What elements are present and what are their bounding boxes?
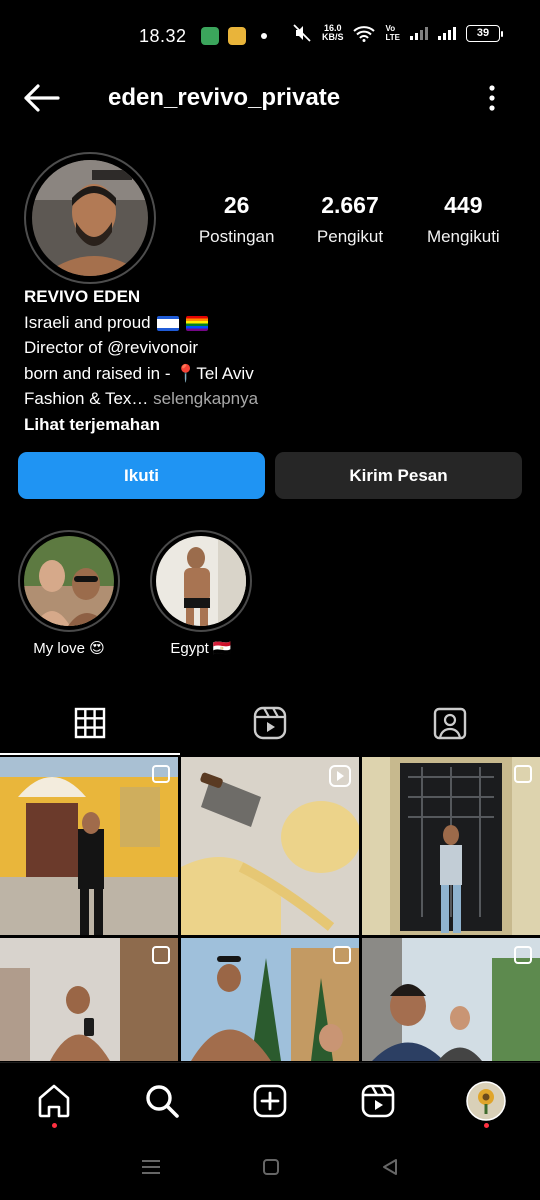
profile-stats: 26 Postingan 2.667 Pengikut 449 Mengikut…: [180, 192, 520, 247]
create-post-icon: [253, 1084, 287, 1117]
volte-badge: Vo LTE: [385, 24, 400, 42]
status-time: 18.32: [139, 26, 187, 46]
profile-username: eden_revivo_private: [108, 84, 341, 111]
highlight-cover: [24, 536, 114, 626]
tagged-icon: [433, 707, 467, 739]
multiple-photos-icon: [514, 765, 532, 783]
highlight-label: Egypt 🇪🇬: [170, 640, 232, 657]
back-button[interactable]: [22, 82, 62, 114]
more-options-button[interactable]: [480, 84, 504, 112]
avatar-photo: [32, 160, 148, 276]
post-thumbnail[interactable]: [362, 757, 540, 935]
post-thumbnail[interactable]: [181, 757, 359, 935]
multiple-photos-icon: [152, 946, 170, 964]
multiple-photos-icon: [152, 765, 170, 783]
nav-home[interactable]: [0, 1063, 108, 1138]
nav-search[interactable]: [108, 1063, 216, 1138]
post-thumbnail[interactable]: [0, 938, 178, 1061]
more-vertical-icon: [489, 85, 495, 111]
nav-reels[interactable]: [324, 1063, 432, 1138]
bio-line: Israeli and proud: [24, 310, 258, 336]
stat-followers[interactable]: 2.667 Pengikut: [293, 192, 406, 247]
back-triangle-icon: [383, 1158, 398, 1175]
home-circle-icon: [262, 1158, 279, 1175]
multiple-photos-icon: [333, 946, 351, 964]
bio-more-link[interactable]: selengkapnya: [148, 389, 258, 408]
signal-bars-icon: [438, 26, 456, 40]
status-icons: 16.0 KB/S Vo LTE 39: [292, 23, 503, 42]
location-pin-icon: 📍: [175, 363, 197, 383]
reels-icon: [253, 706, 287, 739]
post-thumbnail[interactable]: [181, 938, 359, 1061]
system-navigation-bar: [0, 1138, 540, 1200]
post-thumbnail[interactable]: [0, 757, 178, 935]
nav-profile[interactable]: [432, 1063, 540, 1138]
notification-dot: [51, 1123, 57, 1128]
stat-following[interactable]: 449 Mengikuti: [407, 192, 520, 247]
bottom-navigation: [0, 1062, 540, 1138]
signal-bars-icon: [410, 26, 428, 40]
stat-posts[interactable]: 26 Postingan: [180, 192, 293, 247]
grid-icon: [74, 707, 106, 738]
profile-avatar[interactable]: [24, 152, 156, 284]
profile-avatar-icon: [466, 1080, 506, 1121]
notification-app-icon: [228, 27, 246, 45]
recent-apps-button[interactable]: [140, 1158, 162, 1181]
notification-dot-icon: [261, 33, 267, 39]
home-button[interactable]: [261, 1157, 281, 1182]
israel-flag-icon: [157, 315, 180, 331]
see-translation-link[interactable]: Lihat terjemahan: [24, 412, 258, 438]
recent-apps-icon: [141, 1159, 160, 1174]
post-thumbnail[interactable]: [362, 938, 540, 1061]
multiple-photos-icon: [514, 946, 532, 964]
system-back-button[interactable]: [380, 1157, 400, 1182]
bio-line: born and raised in - 📍Tel Aviv: [24, 363, 254, 383]
bio-display-name: REVIVO EDEN: [24, 287, 141, 306]
tab-reels[interactable]: [180, 690, 360, 755]
story-highlight[interactable]: My love 😍: [18, 530, 120, 657]
highlight-cover: [156, 536, 246, 626]
tab-posts-grid[interactable]: [0, 690, 180, 755]
bio-line[interactable]: Director of @revivonoir: [24, 335, 258, 361]
arrow-left-icon: [24, 84, 60, 112]
home-icon: [38, 1084, 70, 1117]
profile-bio: REVIVO EDEN Israeli and proud Director o…: [24, 284, 258, 437]
story-highlight[interactable]: Egypt 🇪🇬: [150, 530, 252, 657]
highlight-label: My love 😍: [33, 640, 105, 657]
notification-dot: [483, 1123, 489, 1128]
mute-icon: [293, 24, 311, 42]
reel-icon: [329, 765, 351, 787]
search-icon: [146, 1084, 179, 1118]
reels-icon: [361, 1084, 395, 1117]
posts-grid: [0, 757, 540, 935]
wifi-icon: [353, 25, 376, 42]
posts-grid-row: [0, 938, 540, 1061]
bio-line: Fashion & Tex… selengkapnya: [24, 389, 259, 408]
network-speed: 16.0 KB/S: [321, 23, 344, 42]
follow-button[interactable]: Ikuti: [18, 452, 265, 499]
rainbow-flag-icon: [186, 315, 209, 331]
battery-icon: 39: [466, 24, 503, 42]
profile-tabs: [0, 690, 540, 755]
tab-tagged[interactable]: [360, 690, 540, 755]
nav-create[interactable]: [216, 1063, 324, 1138]
notification-app-icon: [201, 27, 219, 45]
message-button[interactable]: Kirim Pesan: [275, 452, 522, 499]
profile-header: eden_revivo_private: [0, 72, 540, 128]
status-bar: 18.32 16.0 KB/S Vo LTE 39: [0, 0, 540, 72]
